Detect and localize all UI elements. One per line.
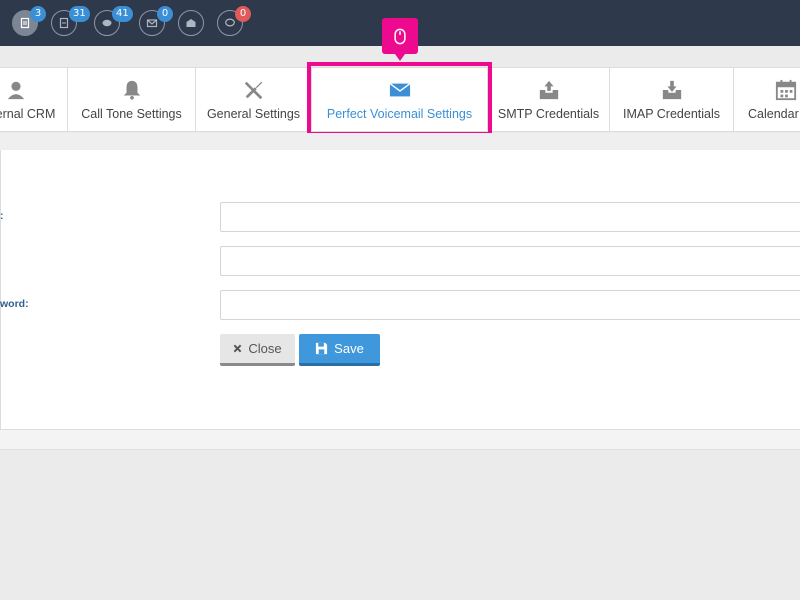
user-icon <box>4 78 28 102</box>
tab-smtp-credentials[interactable]: SMTP Credentials <box>488 68 610 131</box>
inbox-download-icon <box>660 78 684 102</box>
tab-label: SMTP Credentials <box>497 107 600 121</box>
notification-badge: 31 <box>69 6 90 22</box>
email-field[interactable] <box>220 202 800 232</box>
notification-badge: 0 <box>157 6 173 22</box>
bell-icon <box>120 78 144 102</box>
tab-label: Perfect Voicemail Settings <box>326 107 473 121</box>
password-field[interactable] <box>220 290 800 320</box>
field-label: word: <box>0 298 29 310</box>
open-envelope-icon[interactable] <box>178 10 204 36</box>
tab-call-tone-settings[interactable]: Call Tone Settings <box>68 68 196 131</box>
tab-label: ernal CRM <box>0 107 56 121</box>
tab-imap-credentials[interactable]: IMAP Credentials <box>610 68 734 131</box>
username-field[interactable] <box>220 246 800 276</box>
close-button[interactable]: Close <box>220 334 295 366</box>
tab-label: IMAP Credentials <box>622 107 721 121</box>
close-icon <box>234 344 242 353</box>
tab-label: Calendar <box>748 107 799 121</box>
panel-footer-strip <box>0 430 800 450</box>
notification-badge: 0 <box>235 6 251 22</box>
notification-badge: 41 <box>112 6 133 22</box>
mouse-icon <box>394 28 406 44</box>
tab-perfect-voicemail-settings[interactable]: Perfect Voicemail Settings <box>312 68 488 131</box>
mouse-pointer-marker <box>382 18 418 61</box>
save-button-label: Save <box>334 341 364 356</box>
tab-label: Call Tone Settings <box>81 107 182 121</box>
field-label: : <box>0 210 4 222</box>
inbox-upload-icon <box>537 78 561 102</box>
tools-icon <box>242 78 266 102</box>
tab-external-crm[interactable]: ernal CRM <box>0 68 68 131</box>
settings-tab-bar: ernal CRM Call Tone Settings General Set… <box>0 67 800 132</box>
calendar-icon <box>774 78 798 102</box>
tab-general-settings[interactable]: General Settings <box>196 68 312 131</box>
floppy-disk-icon <box>316 342 328 355</box>
tab-calendar[interactable]: Calendar <box>734 68 800 131</box>
panel-header-strip <box>0 133 800 150</box>
envelope-icon <box>388 78 412 102</box>
tab-label: General Settings <box>206 107 301 121</box>
notification-badge: 3 <box>30 6 46 22</box>
save-button[interactable]: Save <box>299 334 380 366</box>
close-button-label: Close <box>248 341 282 356</box>
